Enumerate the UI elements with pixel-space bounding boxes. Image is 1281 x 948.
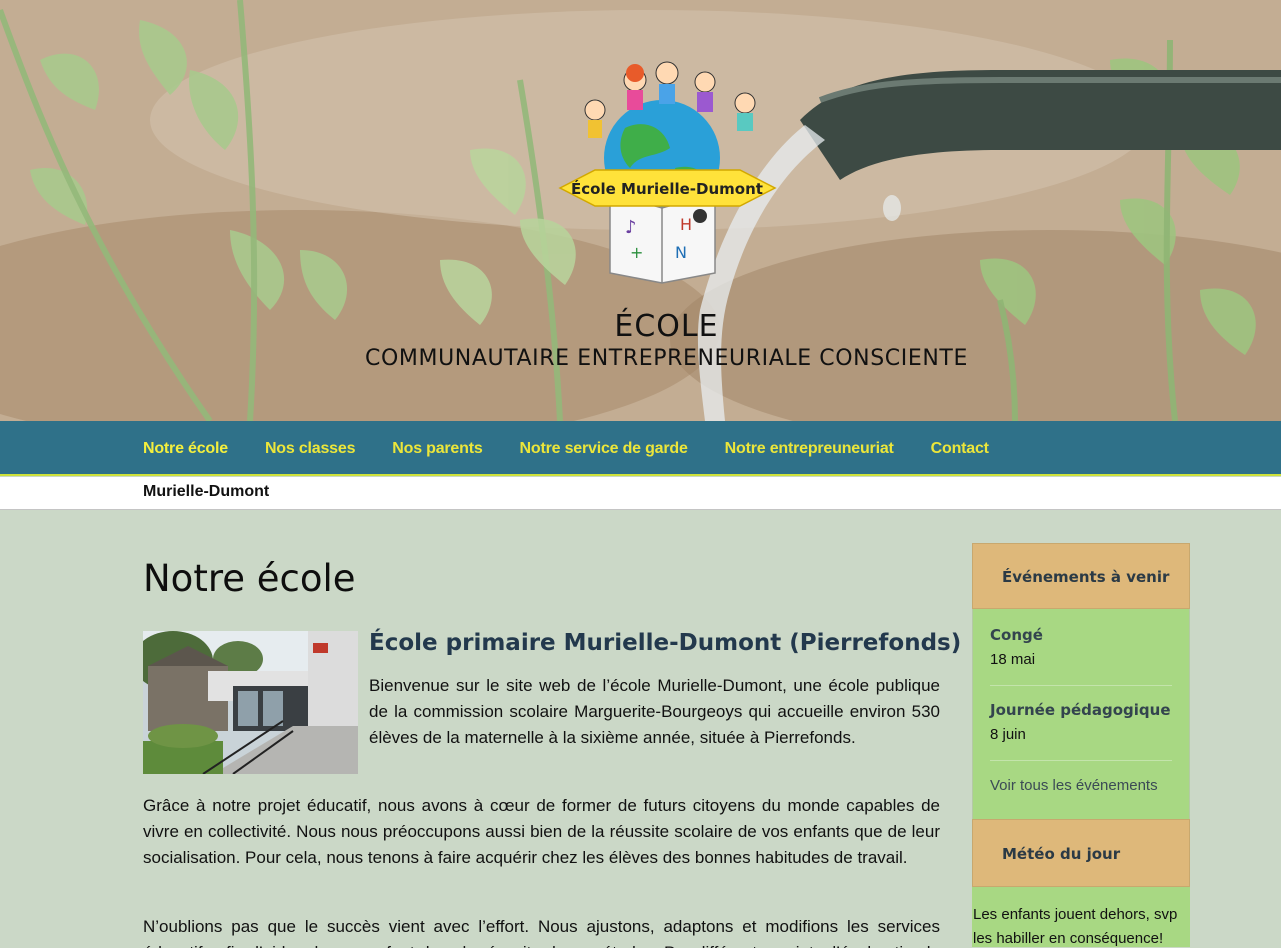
section-subtitle: École primaire Murielle-Dumont (Pierrefo…	[369, 630, 962, 656]
breadcrumb[interactable]: Murielle-Dumont	[143, 483, 269, 501]
school-building-photo	[143, 631, 358, 774]
svg-text:N: N	[675, 243, 687, 262]
main-navigation: Notre école Nos classes Nos parents Notr…	[0, 421, 1281, 476]
main-content: Notre école École primaire Murielle-Dumo…	[143, 552, 961, 948]
breadcrumb-bar: Murielle-Dumont	[0, 477, 1281, 510]
weather-text: Les enfants jouent dehors, svp les habil…	[972, 887, 1190, 947]
effort-paragraph: N’oublions pas que le succès vient avec …	[143, 917, 940, 948]
event-date: 8 juin	[990, 726, 1026, 743]
site-title: ÉCOLE	[614, 309, 719, 344]
intro-paragraph: Bienvenue sur le site web de l’école Mur…	[369, 676, 940, 747]
svg-text:H: H	[680, 215, 692, 234]
event-name[interactable]: Congé	[990, 623, 1172, 647]
nav-item-contact[interactable]: Contact	[931, 440, 989, 458]
page-title: Notre école	[143, 557, 356, 600]
project-paragraph: Grâce à notre projet éducatif, nous avon…	[143, 796, 940, 867]
hero-banner: ♪ H + N École Murielle-Dumont ÉCOLE COMM…	[0, 0, 1281, 421]
events-widget-title: Événements à venir	[972, 543, 1190, 609]
event-item[interactable]: Journée pédagogique 8 juin	[990, 698, 1172, 761]
all-events-link[interactable]: Voir tous les événements	[990, 773, 1172, 819]
site-subtitle: COMMUNAUTAIRE ENTREPRENEURIALE CONSCIENT…	[365, 346, 968, 371]
logo-text: École Murielle-Dumont	[571, 179, 763, 198]
weather-widget-title: Météo du jour	[972, 819, 1190, 887]
nav-item-entrepreuneuriat[interactable]: Notre entrepreuneuriat	[725, 440, 894, 458]
nav-item-notre-ecole[interactable]: Notre école	[143, 440, 228, 458]
event-name[interactable]: Journée pédagogique	[990, 698, 1172, 722]
svg-text:+: +	[630, 243, 643, 262]
nav-item-service-de-garde[interactable]: Notre service de garde	[520, 440, 688, 458]
event-date: 18 mai	[990, 651, 1036, 668]
event-item[interactable]: Congé 18 mai	[990, 623, 1172, 686]
nav-item-nos-classes[interactable]: Nos classes	[265, 440, 356, 458]
nav-item-nos-parents[interactable]: Nos parents	[392, 440, 482, 458]
school-logo[interactable]: ♪ H + N École Murielle-Dumont	[555, 58, 780, 284]
svg-text:♪: ♪	[625, 217, 637, 238]
events-widget-body: Congé 18 mai Journée pédagogique 8 juin …	[972, 609, 1190, 819]
sidebar: Événements à venir Congé 18 mai Journée …	[972, 543, 1190, 947]
